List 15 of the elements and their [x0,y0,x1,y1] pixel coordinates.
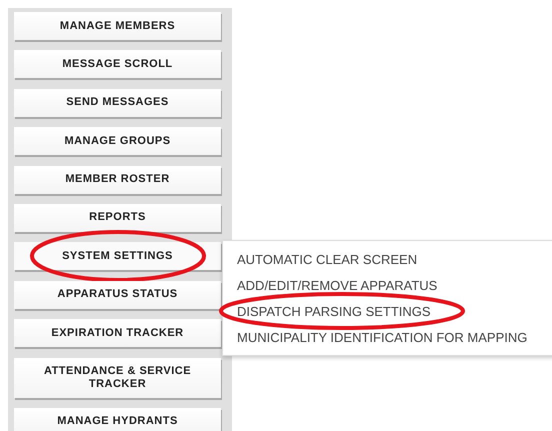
submenu-item[interactable]: ADD/EDIT/REMOVE APPARATUS [223,272,552,298]
submenu-item[interactable]: DISPATCH PARSING SETTINGS [223,298,552,324]
nav-button[interactable]: MESSAGE SCROLL [14,50,221,78]
nav-button[interactable]: EXPIRATION TRACKER [14,319,221,348]
nav-button[interactable]: MANAGE GROUPS [14,127,221,156]
nav-button[interactable]: APPARATUS STATUS [14,280,221,309]
nav-button[interactable]: MANAGE MEMBERS [14,12,221,40]
submenu-item[interactable]: AUTOMATIC CLEAR SCREEN [223,246,552,272]
nav-button[interactable]: REPORTS [14,204,221,232]
nav-button[interactable]: ATTENDANCE & SERVICE TRACKER [14,358,221,398]
submenu-item[interactable]: MUNICIPALITY IDENTIFICATION FOR MAPPING [223,324,552,350]
nav-button[interactable]: MEMBER ROSTER [14,166,221,194]
nav-button[interactable]: SEND MESSAGES [14,88,221,117]
nav-button[interactable]: MANAGE HYDRANTS [14,408,221,431]
nav-button[interactable]: SYSTEM SETTINGS [14,242,221,270]
